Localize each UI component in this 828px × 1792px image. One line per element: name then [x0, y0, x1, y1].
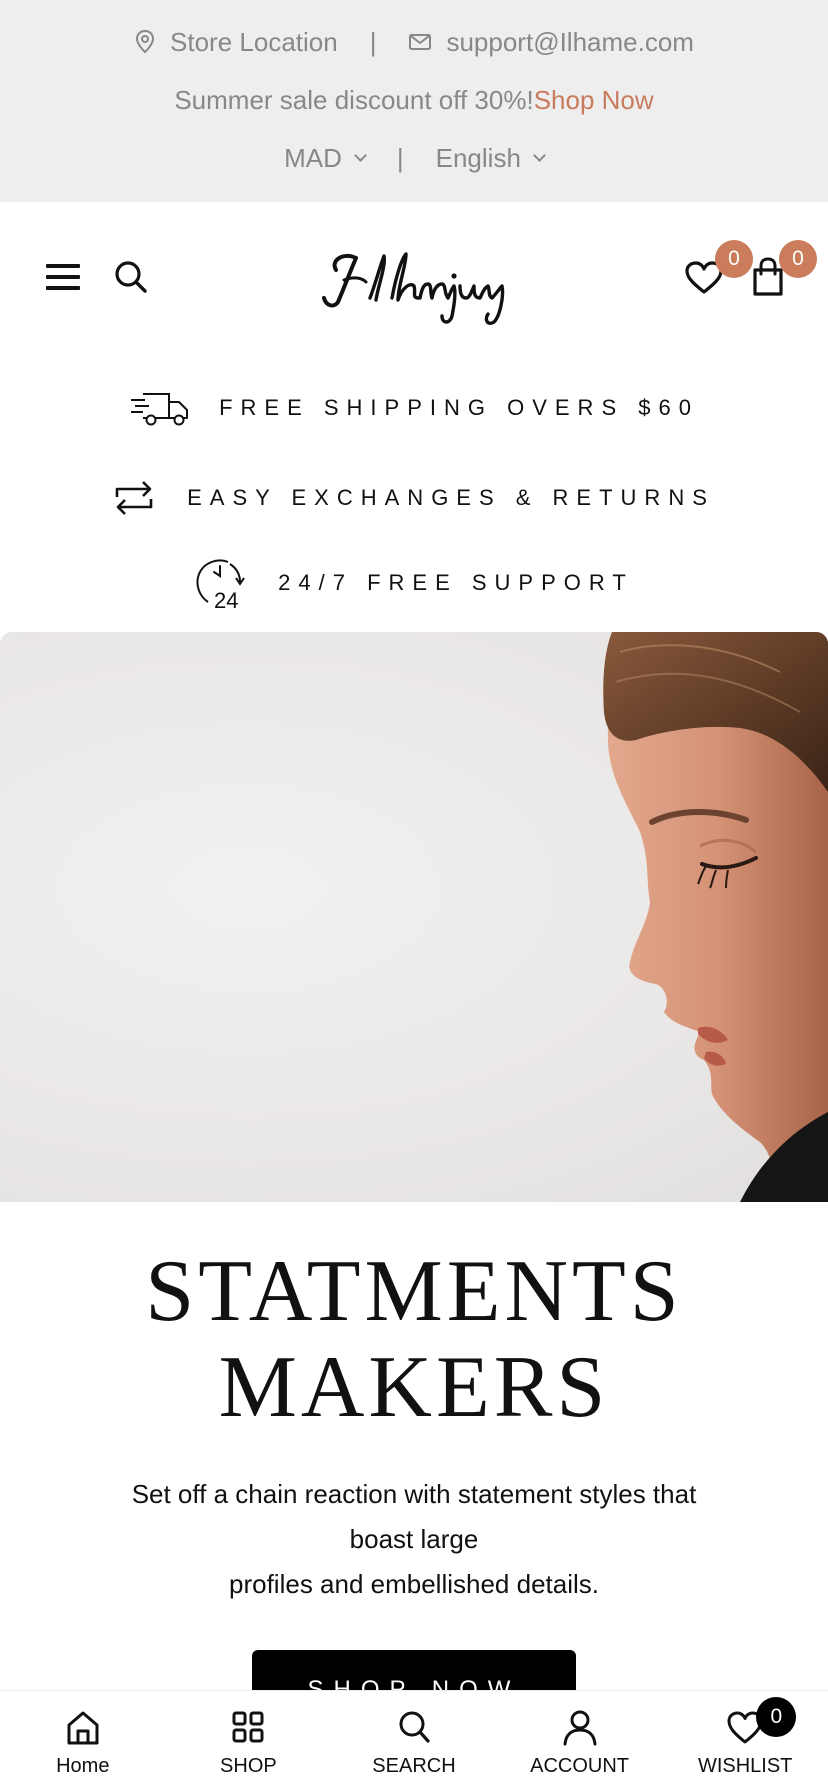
hero-desc-line1: Set off a chain reaction with statement …	[131, 1479, 697, 1554]
hero-description: Set off a chain reaction with statement …	[100, 1472, 728, 1607]
shop-now-link[interactable]: Shop Now	[534, 85, 654, 116]
hero-desc-line2: profiles and embellished details.	[229, 1569, 599, 1599]
hero-title-line1: STATMENTS	[145, 1243, 683, 1340]
feature-label: 24/7 FREE SUPPORT	[278, 570, 634, 595]
contact-row: Store Location | support@Ilhame.com	[0, 22, 828, 62]
bottom-navigation: Home SHOP SEARCH ACCOUNT WISHLIST 0	[0, 1690, 828, 1792]
search-icon[interactable]	[112, 258, 150, 296]
search-icon	[399, 1711, 430, 1743]
nav-home[interactable]: Home	[0, 1691, 166, 1792]
feature-easy-exchanges: EASY EXCHANGES & RETURNS	[0, 470, 828, 526]
hero-title: STATMENTS MAKERS	[0, 1244, 828, 1436]
menu-icon	[46, 286, 80, 290]
wishlist-count-badge: 0	[715, 240, 753, 278]
home-icon	[67, 1711, 99, 1745]
menu-button[interactable]	[46, 264, 80, 290]
store-location-label: Store Location	[170, 26, 338, 57]
nav-label: Home	[56, 1755, 110, 1777]
email-link[interactable]: support@Ilhame.com	[408, 27, 694, 58]
sale-row: Summer sale discount off 30%! Shop Now	[0, 80, 828, 120]
currency-value: MAD	[284, 142, 342, 173]
chevron-down-icon	[533, 148, 546, 162]
menu-icon	[46, 275, 80, 279]
menu-icon	[46, 264, 80, 268]
support-24-icon: 24	[196, 559, 245, 610]
language-select[interactable]: English	[435, 142, 546, 174]
language-value: English	[435, 142, 521, 173]
nav-label: WISHLIST	[697, 1755, 793, 1777]
store-location-link[interactable]: Store Location	[134, 27, 338, 58]
nav-shop[interactable]: SHOP	[166, 1691, 332, 1792]
feature-label: EASY EXCHANGES & RETURNS	[187, 485, 715, 510]
hero-image	[0, 632, 828, 1202]
truck-icon	[131, 393, 189, 426]
settings-row: MAD | English	[0, 138, 828, 178]
sale-text: Summer sale discount off 30%!	[174, 84, 534, 115]
nav-wishlist[interactable]: WISHLIST 0	[662, 1691, 828, 1792]
chevron-down-icon	[353, 148, 367, 162]
nav-account[interactable]: ACCOUNT	[497, 1691, 663, 1792]
separator: |	[396, 142, 404, 173]
grid-icon	[232, 1711, 264, 1743]
woman-profile-illustration	[600, 632, 828, 1202]
location-pin-icon	[136, 29, 155, 54]
exchange-icon	[115, 481, 153, 515]
nav-label: SHOP	[220, 1755, 277, 1777]
nav-label: ACCOUNT	[530, 1755, 630, 1777]
nav-search[interactable]: SEARCH	[331, 1691, 497, 1792]
feature-free-shipping: FREE SHIPPING OVERS $60	[0, 380, 828, 436]
hero-title-line2: MAKERS	[218, 1339, 610, 1436]
feature-label: FREE SHIPPING OVERS $60	[219, 395, 699, 420]
currency-select[interactable]: MAD	[284, 142, 367, 174]
feature-support: 24 24/7 FREE SUPPORT	[0, 555, 828, 611]
site-header	[0, 202, 828, 352]
nav-label: SEARCH	[372, 1755, 456, 1777]
cart-count-badge: 0	[779, 240, 817, 278]
mail-icon	[409, 34, 432, 50]
email-label: support@Ilhame.com	[446, 26, 694, 57]
svg-text:24: 24	[214, 588, 238, 610]
announcement-bar: Store Location | support@Ilhame.com Summ…	[0, 0, 828, 202]
wishlist-nav-badge: 0	[756, 1697, 797, 1737]
user-icon	[563, 1710, 597, 1746]
brand-logo[interactable]	[314, 236, 514, 326]
separator: |	[369, 26, 377, 57]
